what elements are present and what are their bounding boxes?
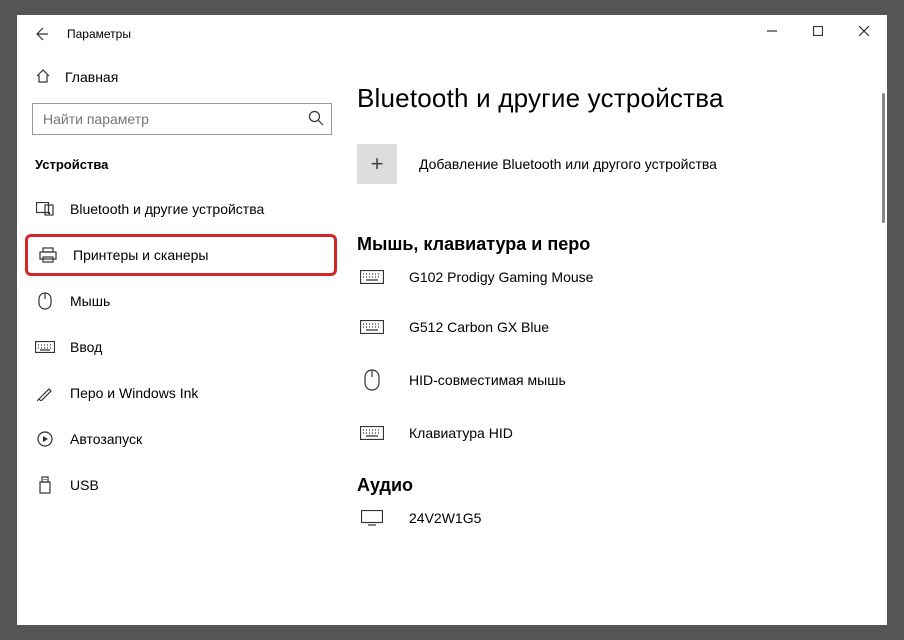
window-title: Параметры [67, 27, 131, 41]
close-button[interactable] [841, 15, 887, 47]
device-label: Клавиатура HID [409, 425, 513, 441]
sidebar-item-label: Bluetooth и другие устройства [70, 201, 264, 217]
page-title: Bluetooth и другие устройства [357, 83, 877, 114]
search-icon [308, 110, 324, 131]
keyboard-icon [357, 426, 387, 440]
close-icon [859, 26, 869, 36]
sidebar-section-label: Устройства [17, 143, 347, 186]
sidebar: Главная Устройства Bluetooth и другие ус… [17, 53, 347, 625]
sidebar-item-label: Перо и Windows Ink [70, 385, 198, 401]
titlebar: Параметры [17, 15, 887, 53]
device-item[interactable]: HID-совместимая мышь [357, 369, 877, 391]
plus-icon: + [357, 144, 397, 184]
usb-icon [35, 476, 55, 494]
window-controls [749, 15, 887, 47]
device-item[interactable]: Клавиатура HID [357, 425, 877, 441]
window-body: Главная Устройства Bluetooth и другие ус… [17, 53, 887, 625]
back-button[interactable] [21, 15, 61, 53]
settings-window: Параметры Главная Устройства [17, 15, 887, 625]
printer-icon [38, 247, 58, 263]
sidebar-item-pen[interactable]: Перо и Windows Ink [17, 370, 347, 416]
device-label: HID-совместимая мышь [409, 372, 566, 388]
device-label: G102 Prodigy Gaming Mouse [409, 269, 593, 285]
sidebar-item-typing[interactable]: Ввод [17, 324, 347, 370]
pen-icon [35, 385, 55, 401]
mouse-icon [357, 369, 387, 391]
keyboard-icon [35, 341, 55, 353]
sidebar-home[interactable]: Главная [17, 57, 347, 97]
maximize-button[interactable] [795, 15, 841, 47]
search-input[interactable] [32, 103, 332, 135]
device-item[interactable]: G512 Carbon GX Blue [357, 319, 877, 335]
search-wrap [32, 103, 332, 135]
sidebar-item-mouse[interactable]: Мышь [17, 278, 347, 324]
device-label: 24V2W1G5 [409, 510, 481, 526]
keyboard-icon [357, 270, 387, 284]
add-device-label: Добавление Bluetooth или другого устройс… [419, 156, 717, 172]
sidebar-item-label: Автозапуск [70, 431, 142, 447]
sidebar-item-usb[interactable]: USB [17, 462, 347, 508]
sidebar-home-label: Главная [65, 69, 118, 85]
main-panel: Bluetooth и другие устройства + Добавлен… [347, 53, 887, 625]
mouse-icon [35, 292, 55, 310]
sidebar-item-printers[interactable]: Принтеры и сканеры [25, 234, 337, 276]
sidebar-item-label: Принтеры и сканеры [73, 247, 208, 263]
scrollbar[interactable] [882, 93, 885, 223]
sidebar-item-label: Мышь [70, 293, 110, 309]
device-label: G512 Carbon GX Blue [409, 319, 549, 335]
device-item[interactable]: 24V2W1G5 [357, 510, 877, 526]
home-icon [35, 68, 51, 87]
sidebar-item-label: Ввод [70, 339, 102, 355]
sidebar-item-bluetooth[interactable]: Bluetooth и другие устройства [17, 186, 347, 232]
minimize-icon [767, 26, 777, 36]
maximize-icon [813, 26, 823, 36]
minimize-button[interactable] [749, 15, 795, 47]
section-mouse-keyboard: Мышь, клавиатура и перо [357, 234, 877, 255]
arrow-left-icon [33, 26, 49, 42]
sidebar-item-autoplay[interactable]: Автозапуск [17, 416, 347, 462]
section-audio: Аудио [357, 475, 877, 496]
devices-icon [35, 202, 55, 216]
sidebar-item-label: USB [70, 477, 99, 493]
add-device-button[interactable]: + Добавление Bluetooth или другого устро… [357, 144, 877, 184]
keyboard-icon [357, 320, 387, 334]
device-item[interactable]: G102 Prodigy Gaming Mouse [357, 269, 877, 285]
monitor-icon [357, 510, 387, 526]
autoplay-icon [35, 431, 55, 447]
